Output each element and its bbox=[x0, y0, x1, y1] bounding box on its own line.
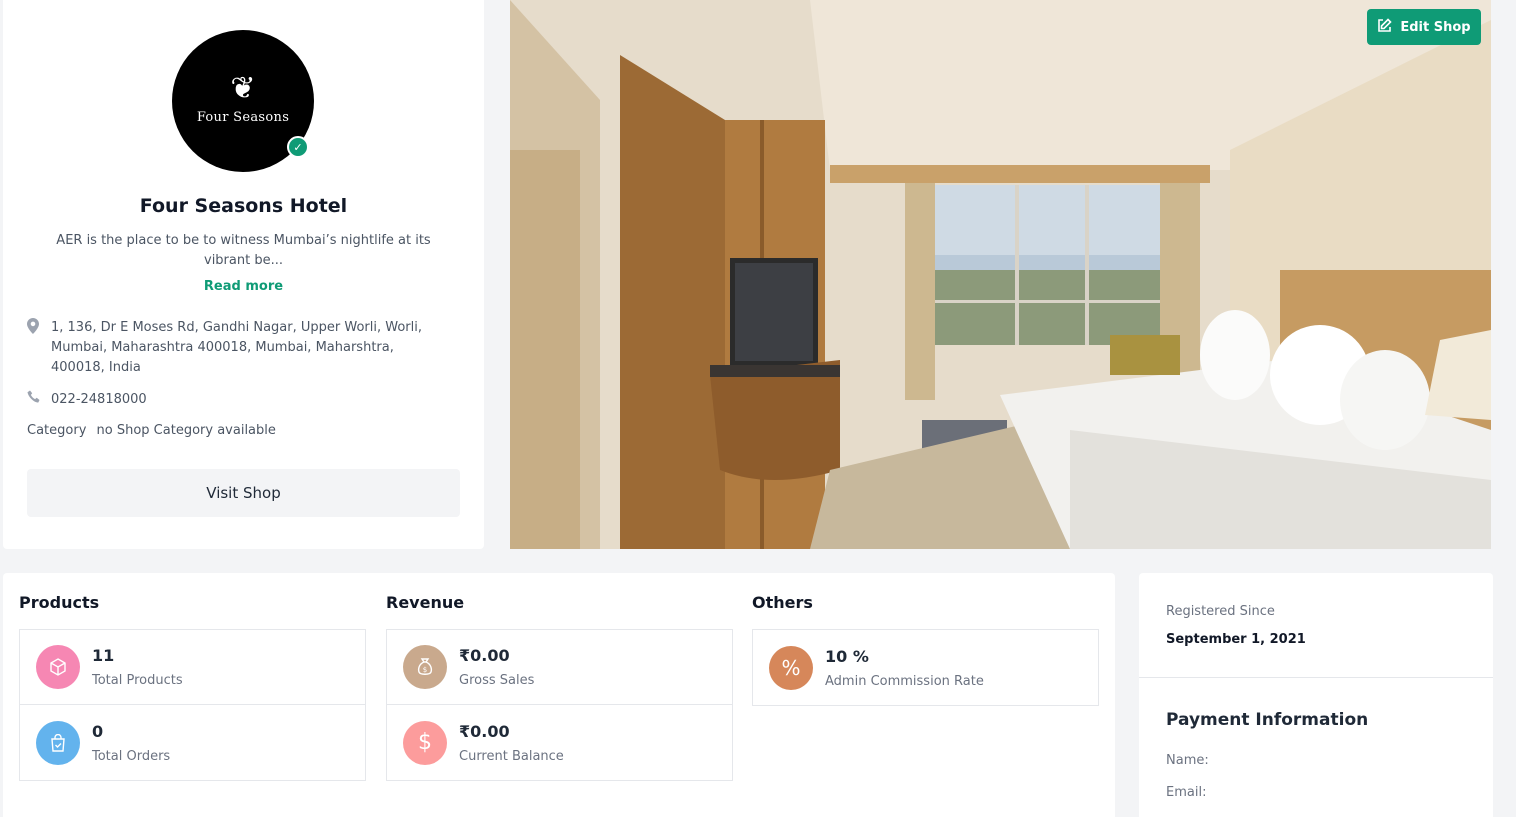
logo-text: Four Seasons bbox=[196, 109, 290, 125]
read-more-link[interactable]: Read more bbox=[3, 279, 484, 294]
percent-icon: % bbox=[769, 645, 813, 690]
products-box: 11 Total Products 0 Total Orders bbox=[19, 629, 366, 781]
phone-text: 022-24818000 bbox=[51, 391, 147, 407]
edit-shop-label: Edit Shop bbox=[1400, 19, 1471, 35]
revenue-box: $ ₹0.00 Gross Sales $ ₹0.00 Current Bala… bbox=[386, 629, 733, 781]
map-pin-icon bbox=[27, 318, 51, 378]
current-balance-label: Current Balance bbox=[459, 748, 564, 764]
total-orders-item: 0 Total Orders bbox=[20, 705, 365, 780]
current-balance-value: ₹0.00 bbox=[459, 721, 510, 741]
tree-emblem-icon: ❦ bbox=[230, 70, 256, 106]
total-orders-label: Total Orders bbox=[92, 748, 171, 764]
revenue-title: Revenue bbox=[386, 593, 465, 612]
total-products-value: 11 bbox=[92, 646, 115, 665]
others-title: Others bbox=[752, 593, 813, 612]
shop-stats-card: Products 11 Total Products 0 Total Order… bbox=[3, 573, 1115, 817]
address-text: 1, 136, Dr E Moses Rd, Gandhi Nagar, Upp… bbox=[51, 320, 422, 375]
gross-sales-label: Gross Sales bbox=[459, 673, 535, 688]
shop-info-card: Registered Since September 1, 2021 Payme… bbox=[1139, 573, 1493, 817]
revenue-section: Revenue $ ₹0.00 Gross Sales $ ₹0.00 Curr… bbox=[386, 593, 733, 781]
shop-profile-card: ❦ Four Seasons ✓ Four Seasons Hotel AER … bbox=[3, 0, 484, 549]
total-orders-value: 0 bbox=[92, 721, 104, 741]
edit-square-icon bbox=[1377, 17, 1393, 37]
box-icon bbox=[36, 645, 80, 689]
category-row: Category no Shop Category available bbox=[27, 423, 276, 438]
category-value: no Shop Category available bbox=[96, 423, 276, 438]
total-products-item: 11 Total Products bbox=[20, 630, 365, 705]
payment-info-title: Payment Information bbox=[1166, 710, 1369, 730]
others-box: % 10 % Admin Commission Rate bbox=[752, 629, 1099, 706]
total-products-label: Total Products bbox=[92, 673, 183, 688]
admin-commission-item: % 10 % Admin Commission Rate bbox=[753, 630, 1098, 705]
phone-icon bbox=[27, 390, 51, 408]
edit-shop-button[interactable]: Edit Shop bbox=[1367, 9, 1481, 45]
registered-since-value: September 1, 2021 bbox=[1166, 632, 1306, 647]
category-label: Category bbox=[27, 423, 87, 438]
gross-sales-value: ₹0.00 bbox=[459, 646, 510, 665]
products-title: Products bbox=[19, 593, 100, 612]
others-section: Others % 10 % Admin Commission Rate bbox=[752, 593, 1099, 706]
registered-since-label: Registered Since bbox=[1166, 604, 1275, 619]
visit-shop-button[interactable]: Visit Shop bbox=[27, 469, 460, 517]
phone-row: 022-24818000 bbox=[27, 390, 147, 408]
check-circle-icon: ✓ bbox=[287, 136, 309, 158]
products-section: Products 11 Total Products 0 Total Order… bbox=[19, 593, 366, 781]
info-divider bbox=[1139, 677, 1493, 678]
shop-cover-image bbox=[510, 0, 1491, 549]
shop-name: Four Seasons Hotel bbox=[139, 195, 348, 217]
payment-email-label: Email: bbox=[1166, 785, 1207, 800]
gross-sales-item: $ ₹0.00 Gross Sales bbox=[387, 630, 732, 705]
current-balance-item: $ ₹0.00 Current Balance bbox=[387, 705, 732, 780]
payment-name-label: Name: bbox=[1166, 753, 1209, 768]
dollar-icon: $ bbox=[403, 720, 447, 765]
shopping-bag-icon bbox=[36, 720, 80, 765]
shop-description: AER is the place to be to witness Mumbai… bbox=[56, 233, 431, 268]
address-row: 1, 136, Dr E Moses Rd, Gandhi Nagar, Upp… bbox=[27, 318, 447, 378]
money-bag-icon: $ bbox=[403, 645, 447, 689]
svg-text:$: $ bbox=[423, 666, 427, 674]
admin-commission-value: 10 % bbox=[825, 646, 869, 666]
admin-commission-label: Admin Commission Rate bbox=[825, 673, 984, 689]
